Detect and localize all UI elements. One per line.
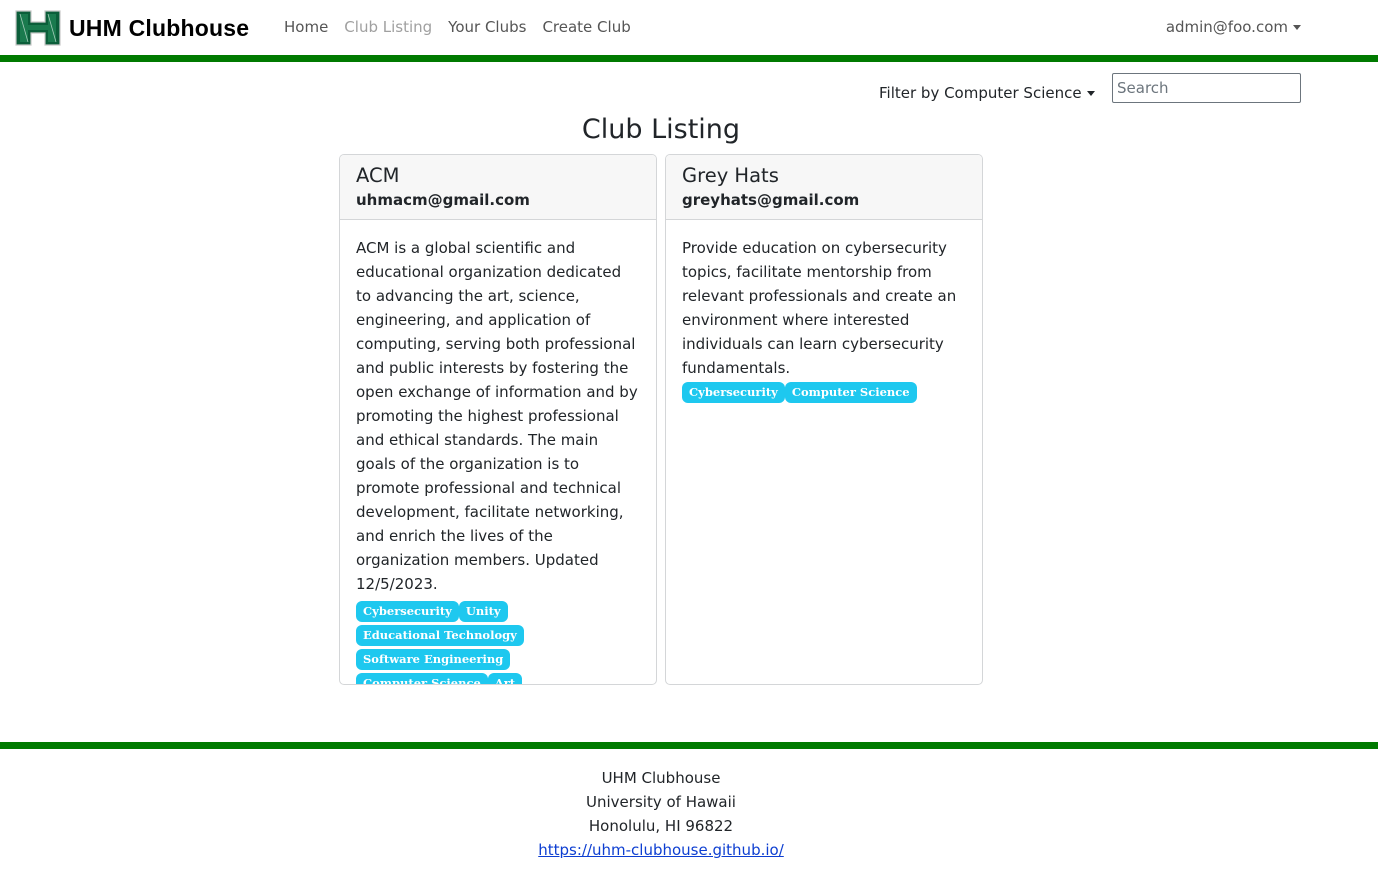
tag-badge[interactable]: Unity: [458, 601, 508, 622]
header-divider: [0, 55, 1378, 62]
tag-list: Cybersecurity Unity Educational Technolo…: [356, 601, 638, 684]
filter-dropdown[interactable]: Filter by Computer Science: [879, 84, 1095, 102]
club-description: ACM is a global scientific and education…: [356, 239, 638, 593]
tag-list: Cybersecurity Computer Science: [682, 382, 964, 406]
nav-create-club[interactable]: Create Club: [542, 18, 630, 36]
page-title: Club Listing: [581, 114, 741, 145]
navbar: UHM Clubhouse Home Club Listing Your Clu…: [0, 0, 1378, 55]
nav-club-listing[interactable]: Club Listing: [344, 18, 432, 36]
nav-links: Home Club Listing Your Clubs Create Club: [284, 18, 647, 36]
caret-down-icon: [1293, 24, 1301, 30]
user-menu-label: admin@foo.com: [1165, 18, 1288, 36]
card-body: Provide education on cybersecurity topic…: [666, 220, 982, 406]
club-card: ACM uhmacm@gmail.com ACM is a global sci…: [339, 154, 657, 685]
footer-line: University of Hawaii: [586, 793, 736, 811]
uh-h-logo-icon: [15, 10, 61, 46]
club-name: ACM: [356, 164, 400, 187]
tag-badge[interactable]: Software Engineering: [356, 649, 511, 670]
card-body: ACM is a global scientific and education…: [340, 220, 656, 684]
tag-badge[interactable]: Art: [487, 673, 523, 684]
tag-badge[interactable]: Cybersecurity: [682, 382, 785, 403]
tag-badge[interactable]: Computer Science: [784, 382, 917, 403]
card-header: Grey Hats greyhats@gmail.com: [666, 155, 982, 220]
tag-badge[interactable]: Cybersecurity: [356, 601, 459, 622]
footer: UHM Clubhouse University of Hawaii Honol…: [0, 766, 1322, 862]
club-email: greyhats@gmail.com: [682, 191, 860, 209]
nav-home[interactable]: Home: [284, 18, 328, 36]
nav-your-clubs[interactable]: Your Clubs: [448, 18, 526, 36]
user-menu-dropdown[interactable]: admin@foo.com: [1166, 18, 1301, 36]
caret-down-icon: [1086, 90, 1095, 96]
club-name: Grey Hats: [682, 164, 779, 187]
brand-title: UHM Clubhouse: [69, 14, 250, 41]
footer-divider: [0, 742, 1378, 749]
footer-line: UHM Clubhouse: [601, 769, 721, 787]
footer-line: Honolulu, HI 96822: [588, 817, 734, 835]
club-email: uhmacm@gmail.com: [356, 191, 530, 209]
tag-badge[interactable]: Computer Science: [356, 673, 488, 684]
club-card: Grey Hats greyhats@gmail.com Provide edu…: [665, 154, 983, 685]
card-header: ACM uhmacm@gmail.com: [340, 155, 656, 220]
tag-badge[interactable]: Educational Technology: [356, 625, 524, 646]
brand[interactable]: UHM Clubhouse: [14, 8, 249, 48]
club-description: Provide education on cybersecurity topic…: [682, 239, 957, 377]
search-input[interactable]: [1112, 73, 1301, 103]
filter-label: Filter by Computer Science: [879, 84, 1082, 102]
footer-link[interactable]: https://uhm-clubhouse.github.io/: [538, 841, 784, 859]
